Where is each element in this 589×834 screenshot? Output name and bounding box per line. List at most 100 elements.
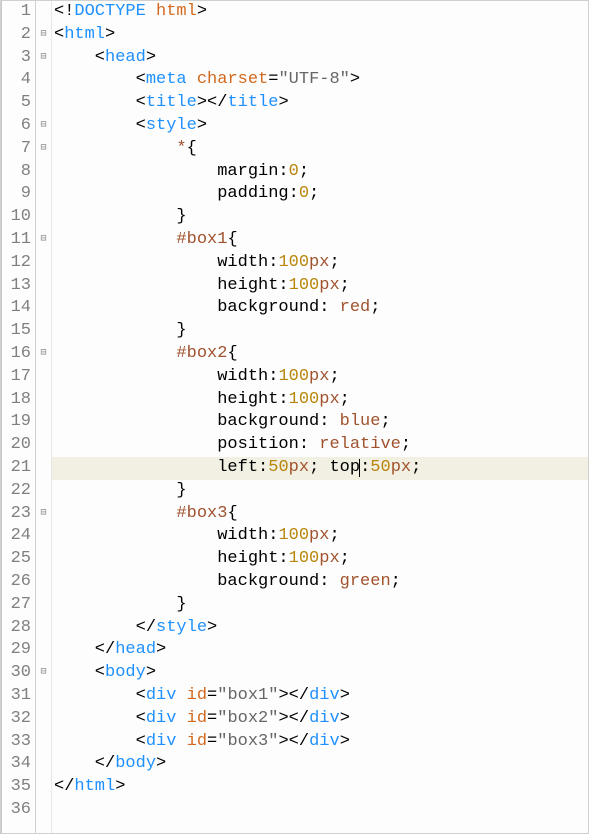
fold-marker[interactable]: ⊟	[36, 138, 51, 161]
token: "box1"	[217, 686, 278, 705]
token: >	[207, 618, 217, 637]
code-line[interactable]: height:100px;	[52, 389, 588, 412]
code-line[interactable]: <div id="box2"></div>	[52, 708, 588, 731]
line-number: 18	[2, 389, 31, 412]
code-line[interactable]: <head>	[52, 47, 588, 70]
code-line[interactable]	[52, 799, 588, 822]
token: 50	[268, 458, 288, 477]
line-number: 10	[2, 206, 31, 229]
code-line[interactable]: }	[52, 594, 588, 617]
token: px	[319, 276, 339, 295]
code-line[interactable]: </html>	[52, 776, 588, 799]
line-number: 30	[2, 662, 31, 685]
token: =	[207, 709, 217, 728]
token: >	[340, 709, 350, 728]
code-line[interactable]: <!DOCTYPE html>	[52, 1, 588, 24]
token: head	[105, 48, 146, 67]
token: blue	[340, 412, 381, 431]
token: red	[340, 298, 371, 317]
token: </	[54, 754, 115, 773]
code-line[interactable]: background: red;	[52, 297, 588, 320]
fold-marker	[36, 183, 51, 206]
token: <	[54, 732, 146, 751]
token: <	[54, 70, 146, 89]
fold-marker[interactable]: ⊟	[36, 24, 51, 47]
code-line[interactable]: left:50px; top:50px;	[52, 457, 588, 480]
token: id	[187, 709, 207, 728]
code-line[interactable]: <body>	[52, 662, 588, 685]
code-line[interactable]: height:100px;	[52, 548, 588, 571]
code-line[interactable]: <meta charset="UTF-8">	[52, 69, 588, 92]
token: {	[227, 230, 237, 249]
fold-marker[interactable]: ⊟	[36, 229, 51, 252]
line-number: 34	[2, 753, 31, 776]
code-line[interactable]: position: relative;	[52, 434, 588, 457]
token: html	[74, 777, 115, 796]
token: width:	[54, 253, 278, 272]
fold-marker[interactable]: ⊟	[36, 503, 51, 526]
line-number: 29	[2, 639, 31, 662]
token: "box3"	[217, 732, 278, 751]
token: ; top	[309, 458, 360, 477]
token: ;	[340, 276, 350, 295]
code-line[interactable]: padding:0;	[52, 183, 588, 206]
code-line[interactable]: <div id="box1"></div>	[52, 685, 588, 708]
line-number: 28	[2, 617, 31, 640]
fold-marker[interactable]: ⊟	[36, 343, 51, 366]
token: >	[115, 777, 125, 796]
line-number: 5	[2, 92, 31, 115]
code-line[interactable]: #box2{	[52, 343, 588, 366]
code-line[interactable]: #box1{	[52, 229, 588, 252]
code-line[interactable]: width:100px;	[52, 252, 588, 275]
code-line[interactable]: <style>	[52, 115, 588, 138]
code-area[interactable]: <!DOCTYPE html><html> <head> <meta chars…	[52, 1, 588, 833]
code-line[interactable]: <title></title>	[52, 92, 588, 115]
fold-marker	[36, 731, 51, 754]
token: >	[156, 754, 166, 773]
token: ;	[401, 435, 411, 454]
token: <	[54, 25, 64, 44]
code-line[interactable]: }	[52, 480, 588, 503]
code-line[interactable]: background: blue;	[52, 411, 588, 434]
code-line[interactable]: <html>	[52, 24, 588, 47]
line-number: 3	[2, 47, 31, 70]
token: width:	[54, 526, 278, 545]
token: }	[54, 207, 187, 226]
line-number: 36	[2, 799, 31, 822]
code-line[interactable]: </head>	[52, 639, 588, 662]
code-line[interactable]: }	[52, 206, 588, 229]
code-line[interactable]: <div id="box3"></div>	[52, 731, 588, 754]
code-line[interactable]: #box3{	[52, 503, 588, 526]
token	[187, 70, 197, 89]
fold-marker	[36, 799, 51, 822]
code-line[interactable]: </body>	[52, 753, 588, 776]
token	[54, 139, 176, 158]
token: }	[54, 321, 187, 340]
token: </	[54, 640, 115, 659]
fold-marker[interactable]: ⊟	[36, 47, 51, 70]
line-number-gutter: 1234567891011121314151617181920212223242…	[2, 1, 36, 833]
code-line[interactable]: }	[52, 320, 588, 343]
token: style	[146, 116, 197, 135]
token: height:	[54, 390, 289, 409]
token: green	[340, 572, 391, 591]
code-line[interactable]: height:100px;	[52, 275, 588, 298]
code-line[interactable]: width:100px;	[52, 366, 588, 389]
code-editor[interactable]: 1234567891011121314151617181920212223242…	[0, 0, 589, 834]
fold-marker[interactable]: ⊟	[36, 115, 51, 138]
fold-marker	[36, 320, 51, 343]
code-line[interactable]: background: green;	[52, 571, 588, 594]
code-line[interactable]: margin:0;	[52, 161, 588, 184]
code-line[interactable]: </style>	[52, 617, 588, 640]
fold-column[interactable]: ⊟⊟⊟⊟⊟⊟⊟⊟	[36, 1, 52, 833]
line-number: 26	[2, 571, 31, 594]
token: =	[207, 732, 217, 751]
token: >	[197, 2, 207, 21]
fold-marker	[36, 92, 51, 115]
token: 100	[289, 390, 320, 409]
code-line[interactable]: width:100px;	[52, 525, 588, 548]
token: px	[319, 390, 339, 409]
code-line[interactable]: *{	[52, 138, 588, 161]
fold-marker[interactable]: ⊟	[36, 662, 51, 685]
line-number: 21	[2, 457, 31, 480]
